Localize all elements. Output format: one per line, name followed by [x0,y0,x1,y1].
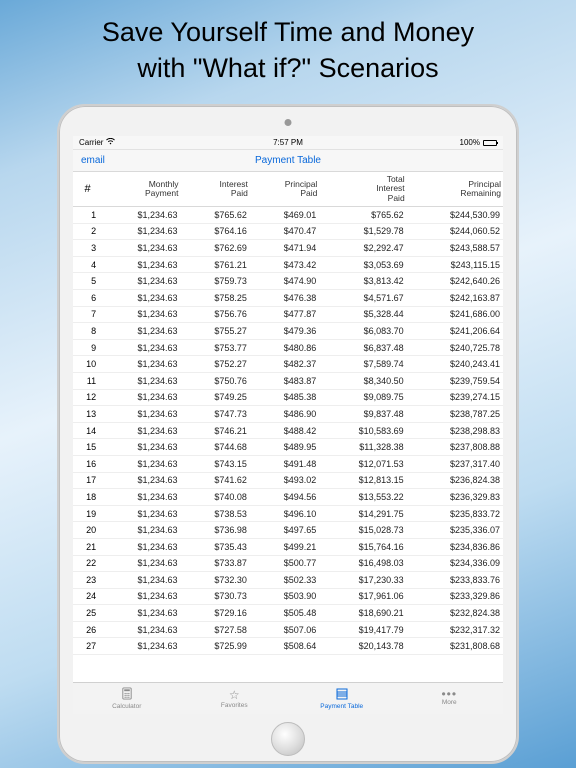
tab-bar: Calculator ☆ Favorites Payment Table •••… [73,682,503,714]
table-body: 1$1,234.63$765.62$469.01$765.62$244,530.… [73,207,503,655]
email-button[interactable]: email [81,155,105,166]
col-interest: InterestPaid [180,172,249,207]
table-row: 1$1,234.63$765.62$469.01$765.62$244,530.… [73,207,503,224]
home-button[interactable] [271,722,305,756]
table-row: 13$1,234.63$747.73$486.90$9,837.48$238,7… [73,406,503,423]
list-icon [336,688,348,702]
table-row: 12$1,234.63$749.25$485.38$9,089.75$239,2… [73,389,503,406]
table-row: 22$1,234.63$733.87$500.77$16,498.03$234,… [73,555,503,572]
table-row: 14$1,234.63$746.21$488.42$10,583.69$238,… [73,422,503,439]
nav-title: Payment Table [255,155,321,166]
table-row: 23$1,234.63$732.30$502.33$17,230.33$233,… [73,572,503,589]
table-row: 17$1,234.63$741.62$493.02$12,813.15$236,… [73,472,503,489]
col-principal: PrincipalPaid [250,172,319,207]
table-row: 3$1,234.63$762.69$471.94$2,292.47$243,58… [73,240,503,257]
table-row: 19$1,234.63$738.53$496.10$14,291.75$235,… [73,505,503,522]
tab-label: Calculator [112,703,141,710]
col-remaining: PrincipalRemaining [407,172,503,207]
table-row: 27$1,234.63$725.99$508.64$20,143.78$231,… [73,638,503,655]
col-total-interest: TotalInterestPaid [319,172,406,207]
headline-line1: Save Yourself Time and Money [102,17,474,47]
table-row: 4$1,234.63$761.21$473.42$3,053.69$243,11… [73,256,503,273]
payment-table-wrap[interactable]: # MonthlyPayment InterestPaid PrincipalP… [73,172,503,682]
table-row: 7$1,234.63$756.76$477.87$5,328.44$241,68… [73,306,503,323]
device-camera [285,119,292,126]
battery-icon [483,140,497,146]
table-header-row: # MonthlyPayment InterestPaid PrincipalP… [73,172,503,207]
tab-favorites[interactable]: ☆ Favorites [181,683,289,714]
wifi-icon [106,138,115,147]
table-row: 6$1,234.63$758.25$476.38$4,571.67$242,16… [73,290,503,307]
table-row: 11$1,234.63$750.76$483.87$8,340.50$239,7… [73,372,503,389]
table-row: 20$1,234.63$736.98$497.65$15,028.73$235,… [73,522,503,539]
promo-headline: Save Yourself Time and Money with "What … [0,0,576,87]
table-row: 24$1,234.63$730.73$503.90$17,961.06$233,… [73,588,503,605]
table-row: 10$1,234.63$752.27$482.37$7,589.74$240,2… [73,356,503,373]
table-row: 25$1,234.63$729.16$505.48$18,690.21$232,… [73,605,503,622]
carrier-label: Carrier [79,138,103,147]
table-row: 2$1,234.63$764.16$470.47$1,529.78$244,06… [73,223,503,240]
tab-label: Payment Table [320,703,363,710]
tab-label: More [442,699,457,706]
tab-label: Favorites [221,702,248,709]
table-row: 21$1,234.63$735.43$499.21$15,764.16$234,… [73,538,503,555]
star-icon: ☆ [229,689,240,701]
table-row: 18$1,234.63$740.08$494.56$13,553.22$236,… [73,489,503,506]
device-screen: Carrier 7:57 PM 100% email Payment Table [73,136,503,714]
headline-line2: with "What if?" Scenarios [137,53,438,83]
col-num: # [73,172,102,207]
payment-table: # MonthlyPayment InterestPaid PrincipalP… [73,172,503,655]
table-row: 15$1,234.63$744.68$489.95$11,328.38$237,… [73,439,503,456]
tab-more[interactable]: ••• More [396,683,504,714]
status-bar: Carrier 7:57 PM 100% [73,136,503,150]
table-row: 5$1,234.63$759.73$474.90$3,813.42$242,64… [73,273,503,290]
table-row: 26$1,234.63$727.58$507.06$19,417.79$232,… [73,621,503,638]
table-row: 9$1,234.63$753.77$480.86$6,837.48$240,72… [73,339,503,356]
tab-payment-table[interactable]: Payment Table [288,683,396,714]
table-row: 16$1,234.63$743.15$491.48$12,071.53$237,… [73,455,503,472]
more-icon: ••• [441,691,457,698]
status-time: 7:57 PM [273,138,303,147]
promo-background: Save Yourself Time and Money with "What … [0,0,576,768]
battery-label: 100% [460,138,480,147]
table-row: 8$1,234.63$755.27$479.36$6,083.70$241,20… [73,323,503,340]
col-monthly: MonthlyPayment [102,172,180,207]
tab-calculator[interactable]: Calculator [73,683,181,714]
nav-bar: email Payment Table [73,150,503,172]
ipad-frame: Carrier 7:57 PM 100% email Payment Table [57,104,519,764]
calculator-icon [121,687,133,702]
